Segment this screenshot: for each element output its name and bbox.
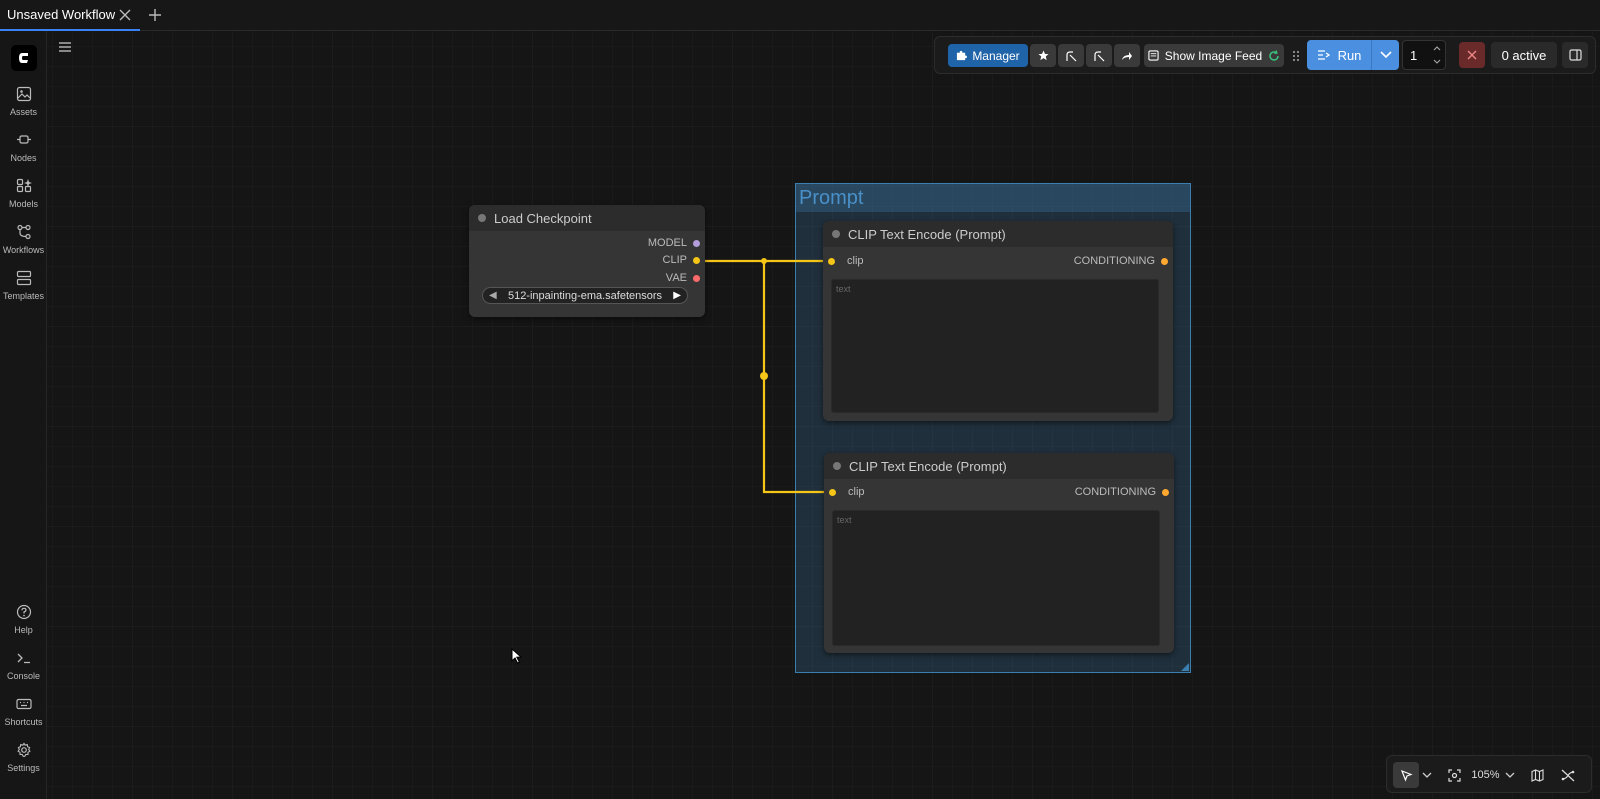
top-toolbar: Manager Show Image Feed Run 1 0 active: [934, 36, 1596, 74]
map-icon: [1530, 768, 1544, 782]
mode-dropdown-button[interactable]: [1420, 762, 1434, 788]
run-button-group: Run: [1307, 40, 1399, 70]
output-slot-clip: CLIP: [662, 254, 687, 266]
input-slot-clip: clip: [848, 486, 865, 498]
collapse-dot-icon[interactable]: [478, 214, 486, 222]
run-separator: [1371, 40, 1372, 70]
ckpt-name-combo[interactable]: ◀ 512-inpainting-ema.safetensors ▶: [482, 287, 688, 304]
app-root: Unsaved Workflow Assets Nodes Models Wor…: [0, 0, 1600, 799]
chevron-down-icon: [1422, 772, 1432, 778]
combo-value: 512-inpainting-ema.safetensors: [507, 289, 663, 302]
output-slot-model: MODEL: [647, 237, 687, 249]
show-image-feed-button[interactable]: Show Image Feed: [1144, 44, 1284, 67]
mouse-cursor-icon: [511, 648, 522, 664]
node-load-checkpoint[interactable]: Load Checkpoint MODEL CLIP VAE ◀ 512-inp…: [469, 205, 705, 317]
output-slot-vae: VAE: [665, 272, 687, 284]
refresh-icon: [1269, 49, 1279, 61]
batch-count-value: 1: [1410, 47, 1418, 63]
share-icon: [1122, 51, 1132, 60]
minimap-button[interactable]: [1525, 762, 1549, 788]
image-feed-icon: [1148, 50, 1159, 61]
feed-label: Show Image Feed: [1164, 48, 1263, 63]
output-pin-conditioning[interactable]: [1161, 258, 1168, 265]
node-clip-text-encode-1[interactable]: CLIP Text Encode (Prompt) clip CONDITION…: [823, 221, 1173, 421]
output-pin-vae[interactable]: [693, 275, 700, 282]
node-title[interactable]: Load Checkpoint: [469, 205, 705, 231]
input-pin-clip[interactable]: [829, 489, 836, 496]
arrow-right-icon[interactable]: ▶: [673, 290, 681, 301]
chevron-down-icon: [1380, 51, 1392, 59]
zoom-value: 105%: [1471, 769, 1500, 781]
grip-icon: [1293, 50, 1299, 61]
share-button[interactable]: [1114, 44, 1140, 67]
manager-label: Manager: [972, 48, 1020, 63]
node-title[interactable]: CLIP Text Encode (Prompt): [823, 221, 1173, 247]
toggle-panel-button[interactable]: [1562, 42, 1588, 68]
run-options-button[interactable]: [1373, 40, 1399, 70]
drag-handle[interactable]: [1291, 44, 1301, 67]
node-clip-text-encode-2[interactable]: CLIP Text Encode (Prompt) clip CONDITION…: [824, 453, 1174, 653]
puzzle-icon: [957, 50, 968, 61]
model-download-icon: [1066, 50, 1077, 61]
input-pin-clip[interactable]: [828, 258, 835, 265]
model-search-icon: [1094, 50, 1105, 61]
output-slot-conditioning: CONDITIONING: [1073, 255, 1155, 267]
fit-view-button[interactable]: [1443, 762, 1465, 788]
manager-button[interactable]: Manager: [948, 44, 1028, 67]
stepper-icon[interactable]: [1432, 43, 1442, 67]
favorites-button[interactable]: [1030, 44, 1056, 67]
pointer-icon: [1400, 769, 1413, 782]
output-pin-conditioning[interactable]: [1162, 489, 1169, 496]
arrow-left-icon[interactable]: ◀: [489, 290, 497, 301]
model-button-1[interactable]: [1058, 44, 1084, 67]
batch-count-input[interactable]: 1: [1402, 40, 1446, 70]
links-hidden-icon: [1561, 769, 1575, 781]
toggle-links-button[interactable]: [1555, 762, 1581, 788]
collapse-dot-icon[interactable]: [833, 462, 841, 470]
select-mode-button[interactable]: [1393, 762, 1419, 788]
canvas-controls: 105%: [1386, 755, 1592, 793]
output-pin-model[interactable]: [693, 240, 700, 247]
node-title[interactable]: CLIP Text Encode (Prompt): [824, 453, 1174, 479]
run-label: Run: [1337, 47, 1362, 63]
close-icon: [1467, 50, 1477, 60]
cancel-run-button[interactable]: [1459, 42, 1485, 68]
prompt-textarea[interactable]: text: [831, 279, 1159, 413]
zoom-dropdown[interactable]: 105%: [1469, 762, 1517, 788]
active-jobs-badge[interactable]: 0 active: [1491, 42, 1557, 68]
sidebar-panel-icon: [1568, 49, 1582, 61]
output-slot-conditioning: CONDITIONING: [1074, 486, 1156, 498]
run-button[interactable]: Run: [1307, 40, 1371, 70]
star-icon: [1037, 50, 1049, 61]
queue-icon: [1317, 50, 1330, 60]
prompt-textarea[interactable]: text: [832, 510, 1160, 646]
focus-icon: [1447, 768, 1461, 782]
input-slot-clip: clip: [847, 255, 864, 267]
output-pin-clip[interactable]: [693, 257, 700, 264]
chevron-down-icon: [1505, 772, 1515, 778]
node-links: [697, 258, 832, 494]
model-button-2[interactable]: [1086, 44, 1112, 67]
collapse-dot-icon[interactable]: [832, 230, 840, 238]
